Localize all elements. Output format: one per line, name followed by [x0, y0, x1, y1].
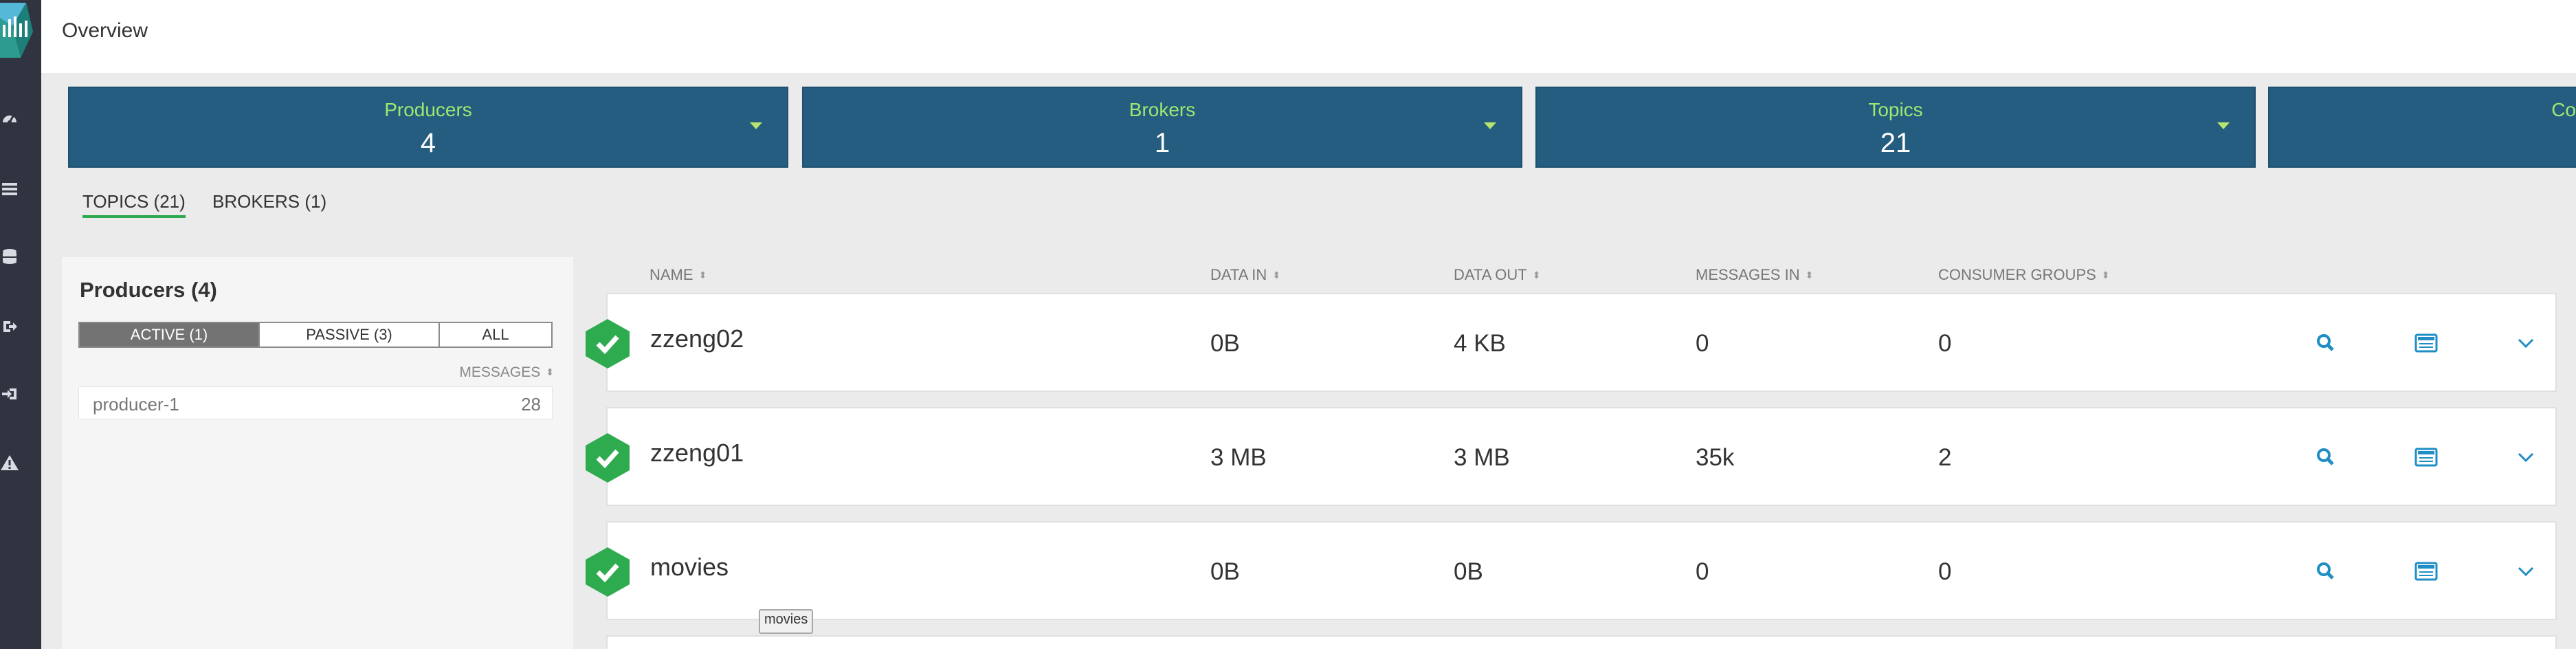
name-column-header[interactable]: NAME ⬍ — [649, 266, 707, 284]
tab-topics[interactable]: TOPICS (21) — [82, 191, 186, 218]
check-status-icon — [586, 319, 630, 368]
topic-data-in: 3 MB — [1210, 444, 1267, 471]
list-icon[interactable] — [0, 179, 19, 198]
check-status-icon — [586, 433, 630, 483]
consumer-groups-column-header[interactable]: CONSUMER GROUPS ⬍ — [1938, 266, 2110, 284]
sort-icon[interactable]: ⬍ — [1272, 270, 1280, 280]
data-out-column-header[interactable]: DATA OUT ⬍ — [1454, 266, 1540, 284]
producers-card-label: Producers — [384, 99, 472, 120]
topic-data-out: 4 KB — [1454, 330, 1506, 357]
topic-consumer-groups: 2 — [1938, 444, 1952, 471]
topics-card-value: 21 — [1880, 128, 1911, 158]
topic-row[interactable]: zzeng01 3 MB 3 MB 35k 2 — [586, 407, 2557, 506]
passive-filter-button[interactable]: PASSIVE (3) — [260, 323, 440, 346]
producers-card[interactable]: Producers 4 — [68, 87, 788, 168]
topics-card-label: Topics — [1868, 99, 1923, 120]
topic-consumer-groups: 0 — [1938, 558, 1952, 585]
topic-name[interactable]: zzeng02 — [650, 324, 744, 353]
sort-icon[interactable]: ⬍ — [699, 270, 707, 280]
consumers-card-label: Co — [2551, 99, 2576, 120]
brokers-card-label: Brokers — [1129, 99, 1196, 120]
topic-messages-in: 35k — [1696, 444, 1735, 471]
database-icon[interactable] — [0, 248, 19, 267]
app-logo-icon[interactable] — [0, 0, 33, 66]
sort-icon[interactable]: ⬍ — [1806, 270, 1814, 280]
topic-name[interactable]: movies — [650, 553, 729, 582]
consumer-groups-column-label: CONSUMER GROUPS — [1938, 266, 2096, 283]
messages-in-column-label: MESSAGES IN — [1696, 266, 1800, 283]
topic-data-out: 0B — [1454, 558, 1483, 585]
data-in-column-header[interactable]: DATA IN ⬍ — [1210, 266, 1280, 284]
producers-panel: Producers (4) ACTIVE (1) PASSIVE (3) ALL… — [62, 257, 573, 649]
topic-name[interactable]: zzeng01 — [650, 439, 744, 468]
chevron-down-icon[interactable] — [2513, 446, 2538, 469]
all-filter-button[interactable]: ALL — [440, 323, 551, 346]
messages-label: MESSAGES — [459, 364, 541, 380]
topic-data-in: 0B — [1210, 558, 1240, 585]
topic-data-out: 3 MB — [1454, 444, 1510, 471]
warning-icon[interactable] — [0, 454, 19, 473]
top-header: Overview — [41, 0, 2576, 73]
chevron-down-icon[interactable] — [1484, 122, 1496, 129]
messages-in-column-header[interactable]: MESSAGES IN ⬍ — [1696, 266, 1813, 284]
producers-title: Producers (4) — [80, 278, 217, 302]
search-icon[interactable] — [2313, 560, 2338, 583]
topic-consumer-groups: 0 — [1938, 330, 1952, 357]
chevron-down-icon[interactable] — [750, 122, 762, 129]
profile-icon[interactable] — [2414, 560, 2439, 583]
search-icon[interactable] — [2313, 331, 2338, 355]
sign-in-icon[interactable] — [0, 385, 19, 404]
producer-filter: ACTIVE (1) PASSIVE (3) ALL — [78, 322, 553, 348]
producer-row[interactable]: producer-1 28 — [78, 386, 553, 419]
chevron-down-icon[interactable] — [2513, 331, 2538, 355]
search-icon[interactable] — [2313, 446, 2338, 469]
producer-name: producer-1 — [93, 394, 179, 415]
topics-card[interactable]: Topics 21 — [1535, 87, 2256, 168]
profile-icon[interactable] — [2414, 446, 2439, 469]
messages-sort-header[interactable]: MESSAGES ⬍ — [459, 364, 554, 381]
name-column-label: NAME — [649, 266, 693, 283]
active-filter-button[interactable]: ACTIVE (1) — [80, 323, 260, 346]
dashboard-icon[interactable] — [0, 110, 19, 129]
brokers-card-value: 1 — [1154, 128, 1170, 158]
sort-icon[interactable]: ⬍ — [2102, 270, 2110, 280]
sort-icon[interactable]: ⬍ — [1533, 270, 1541, 280]
chevron-down-icon[interactable] — [2217, 122, 2230, 129]
data-out-column-label: DATA OUT — [1454, 266, 1527, 283]
check-status-icon — [586, 547, 630, 597]
topic-name-tooltip: movies — [759, 609, 814, 634]
sign-out-icon[interactable] — [0, 318, 19, 337]
sort-icon[interactable]: ⬍ — [546, 366, 554, 377]
profile-icon[interactable] — [2414, 331, 2439, 355]
topic-row[interactable]: movies 0B 0B 0 0 — [586, 521, 2557, 620]
topic-data-in: 0B — [1210, 330, 1240, 357]
data-in-column-label: DATA IN — [1210, 266, 1267, 283]
page-title: Overview — [62, 19, 148, 42]
topic-row[interactable] — [606, 635, 2557, 649]
topic-messages-in: 0 — [1696, 330, 1709, 357]
left-sidebar — [0, 0, 41, 649]
tab-brokers[interactable]: BROKERS (1) — [212, 191, 326, 212]
consumers-card[interactable]: Co — [2268, 87, 2576, 168]
producers-card-value: 4 — [420, 128, 436, 158]
chevron-down-icon[interactable] — [2513, 560, 2538, 583]
brokers-card[interactable]: Brokers 1 — [802, 87, 1522, 168]
topic-messages-in: 0 — [1696, 558, 1709, 585]
producer-messages: 28 — [521, 394, 541, 415]
topic-row[interactable]: zzeng02 0B 4 KB 0 0 — [586, 293, 2557, 392]
